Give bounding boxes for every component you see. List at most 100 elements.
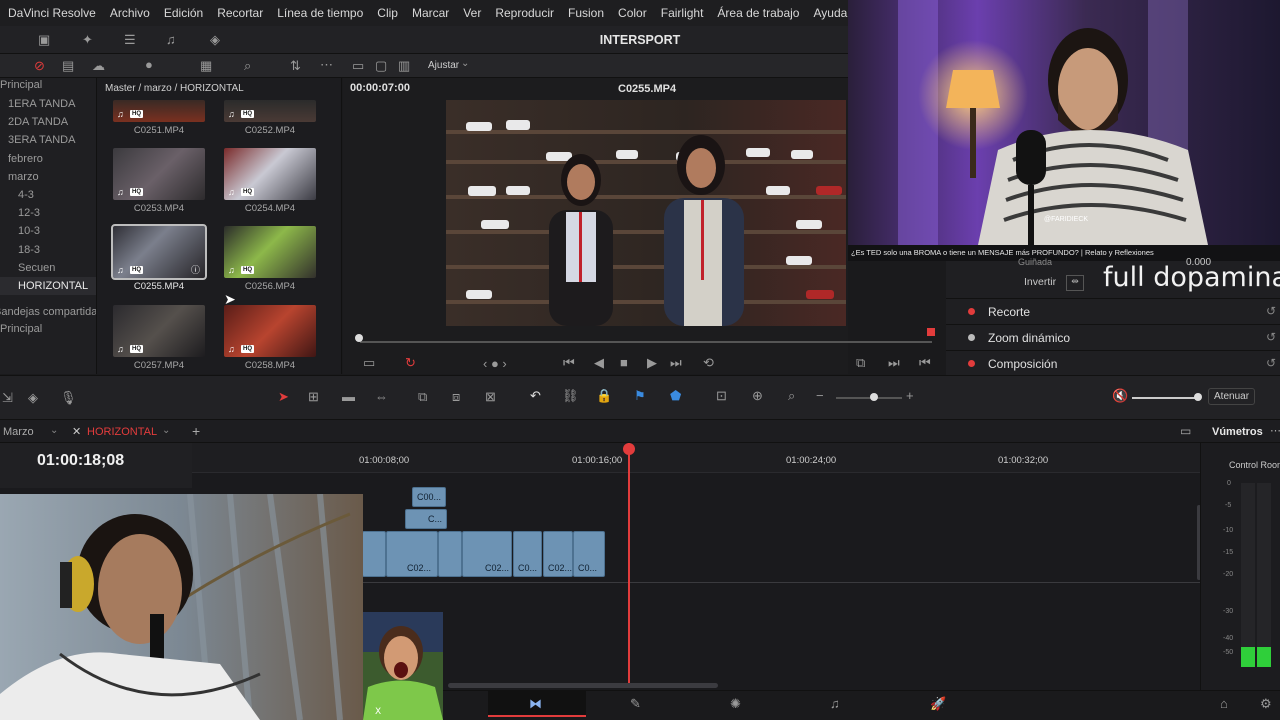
clip-thumb[interactable]: ♫ HQ C0253.MP4 [113,148,205,214]
viewer-scrubber[interactable] [360,341,932,343]
zoom-dropdown[interactable]: Ajustar [428,60,459,71]
viewer-mode-icon[interactable]: ▢ [375,58,387,74]
menu-clip[interactable]: Clip [377,6,398,20]
playhead-handle[interactable] [623,443,635,455]
section-enabled-dot[interactable] [968,308,975,315]
tab-horizontal[interactable]: HORIZONTAL [87,426,157,438]
collapse-icon[interactable]: ⇲ [2,390,13,406]
bin-principal[interactable]: Principal [0,79,42,91]
zoom-out-icon[interactable]: − [816,388,824,403]
clip-thumb[interactable]: ♫ HQ C0252.MP4 [224,100,316,136]
bin-marzo[interactable]: marzo [8,171,39,183]
transitions-icon[interactable]: ◈ [210,32,220,48]
play-reverse-icon[interactable]: ◀ [594,355,604,371]
timeline-clip[interactable]: C... [405,509,447,529]
clip-thumb[interactable]: ♫ HQ C0258.MP4 [224,305,316,371]
timeline-clip[interactable]: C00... [412,487,446,507]
position-lock-icon[interactable]: 🔒 [596,388,612,404]
linked-selection-icon[interactable]: ⛓ [562,388,579,404]
clip-thumb[interactable]: ♫ HQ C0251.MP4 [113,100,205,136]
reset-icon[interactable]: ↺ [1266,304,1276,318]
snap-icon[interactable]: ◈ [28,390,38,406]
reset-icon[interactable]: ↺ [1266,330,1276,344]
thumb-size-slider[interactable]: ● [145,57,153,72]
blade-tool-icon[interactable]: ▬ [342,389,355,404]
loop-icon[interactable]: ↻ [405,355,416,371]
timeline-clip[interactable]: C02... [543,531,573,577]
loop-playback-icon[interactable]: ⟲ [703,355,714,371]
more-icon[interactable]: ⋯ [1270,424,1280,437]
mic-icon[interactable]: 🎙 [60,390,77,406]
menu-recortar[interactable]: Recortar [217,6,263,20]
stack-icon[interactable]: ▤ [62,58,74,74]
play-icon[interactable]: ▶ [647,355,657,371]
bin-1era-tanda[interactable]: 1ERA TANDA [8,98,75,110]
timeline-clip[interactable]: C02... [462,531,512,577]
prev-edit-icon[interactable]: ⏮ [919,355,931,371]
zoom-detail-icon[interactable]: ⊕ [752,388,763,404]
close-tab-icon[interactable]: ✕ [72,425,81,438]
sound-library-icon[interactable]: ♫ [166,32,176,47]
zoom-in-icon[interactable]: + [906,388,914,403]
effects-icon[interactable]: ✦ [82,32,93,48]
viewer-options-icon[interactable]: ▭ [363,355,375,371]
inspector-section-recorte[interactable]: Recorte ↺ [946,298,1280,324]
zoom-custom-icon[interactable]: ⌕ [788,388,795,404]
menu-ayuda[interactable]: Ayuda [813,6,847,20]
inspector-section-zoom[interactable]: Zoom dinámico ↺ [946,324,1280,350]
snapping-icon[interactable]: ↶ [530,388,541,404]
tab-marzo[interactable]: Marzo [3,426,34,438]
media-pool-icon[interactable]: ▣ [38,32,50,48]
meter-layout-icon[interactable]: ▭ [1180,424,1191,438]
section-enabled-dot[interactable] [968,334,975,341]
bin-4-3[interactable]: 4-3 [18,189,34,201]
overwrite-clip-icon[interactable]: ⧈ [452,389,460,405]
add-tab-icon[interactable]: + [192,423,200,439]
match-frame-icon[interactable]: ⧉ [856,355,865,371]
flip-horizontal-icon[interactable]: ⇹ [1066,275,1084,291]
chevron-down-icon[interactable]: ⌄ [461,58,469,69]
volume-slider-handle[interactable] [1194,393,1202,401]
inspector-section-composicion[interactable]: Composición ↺ [946,350,1280,376]
next-edit-icon[interactable]: ⏭ [888,355,900,371]
clip-thumb[interactable]: ♫ HQ C0257.MP4 [113,305,205,371]
timeline-clip[interactable]: C0... [573,531,605,577]
bin-horizontal[interactable]: HORIZONTAL [0,277,96,295]
playhead[interactable] [628,443,630,683]
menu-color[interactable]: Color [618,6,647,20]
deliver-page-icon[interactable]: 🚀 [930,696,946,712]
zoom-slider-handle[interactable] [870,393,878,401]
flag-icon[interactable]: ⚑ [634,388,646,404]
attenuate-button[interactable]: Atenuar [1208,388,1256,405]
edit-page-icon[interactable]: ⧓ [529,696,542,712]
cloud-icon[interactable]: ☁ [92,58,105,74]
bin-18-3[interactable]: 18-3 [18,244,40,256]
link-icon[interactable]: ⊘ [34,58,45,74]
clip-thumb[interactable]: ♫ HQ C0254.MP4 [224,148,316,214]
bin-12-3[interactable]: 12-3 [18,207,40,219]
menu-edicion[interactable]: Edición [164,6,203,20]
clip-thumb[interactable]: ♫ HQ C0256.MP4 [224,226,316,292]
fusion-page-icon[interactable]: ✎ [630,696,641,712]
menu-ver[interactable]: Ver [463,6,481,20]
skip-end-icon[interactable]: ⏭ [670,355,682,371]
replace-clip-icon[interactable]: ⊠ [485,389,496,405]
info-icon[interactable]: ⓘ [191,263,200,276]
zoom-slider[interactable] [836,397,902,399]
timeline-clip[interactable] [438,531,462,577]
jog-icon[interactable]: ‹ ● › [483,356,507,371]
settings-icon[interactable]: ⚙ [1260,696,1272,712]
menu-area-trabajo[interactable]: Área de trabajo [717,6,799,20]
marker-icon[interactable]: ⬟ [670,388,681,404]
volume-slider[interactable] [1132,397,1200,399]
bin-shared[interactable]: Bandejas compartidas [0,306,103,318]
reset-icon[interactable]: ↺ [1266,356,1276,370]
search-icon[interactable]: ⌕ [244,58,251,74]
menu-fairlight[interactable]: Fairlight [661,6,704,20]
scrubber-handle[interactable] [355,334,363,342]
menu-fusion[interactable]: Fusion [568,6,604,20]
clip-thumb-selected[interactable]: ♫ HQ ⓘ C0255.MP4 [111,224,207,292]
bin-secuen[interactable]: Secuen [18,262,55,274]
chevron-down-icon[interactable]: ⌄ [50,425,58,436]
home-icon[interactable]: ⌂ [1220,696,1228,711]
